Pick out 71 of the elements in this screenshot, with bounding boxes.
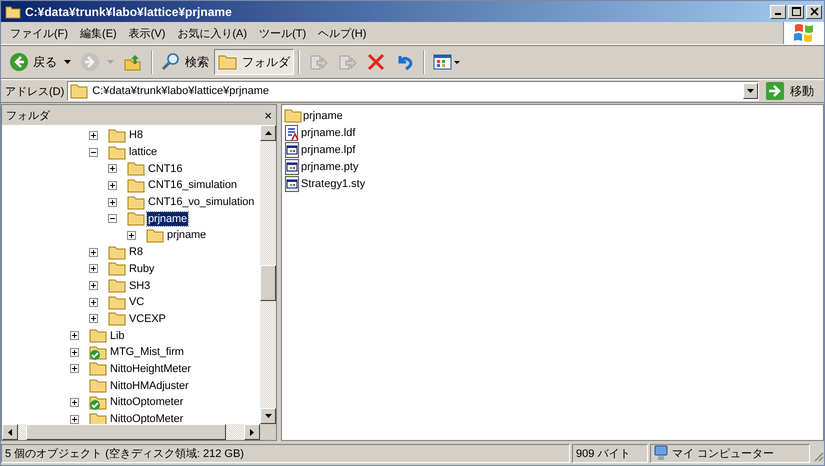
dropdown-button[interactable] [743, 83, 758, 99]
scrollbar-corner [260, 424, 276, 440]
menu-item[interactable]: ファイル(F) [5, 26, 74, 40]
computer-icon [654, 445, 668, 461]
folder-tree-item[interactable]: Ruby [128, 262, 156, 276]
scroll-right-button[interactable] [244, 424, 260, 440]
go-button[interactable]: 移動 [762, 81, 822, 101]
address-field[interactable]: C:¥data¥trunk¥labo¥lattice¥prjname [67, 81, 759, 101]
folder-tree-item[interactable]: prjname [147, 212, 188, 226]
scroll-down-button[interactable] [260, 408, 276, 424]
back-button[interactable]: 戻る [5, 49, 75, 75]
menu-item[interactable]: 表示(V) [124, 26, 170, 40]
caret-icon [264, 414, 272, 418]
folder-tree-item[interactable]: prjname [166, 228, 208, 242]
folder-icon [70, 83, 88, 99]
menu-item[interactable]: お気に入り(A) [172, 26, 252, 40]
folder-tree-item[interactable]: NittoOptoMeter [109, 412, 184, 424]
scroll-left-button[interactable] [2, 424, 18, 440]
scroll-up-button[interactable] [260, 125, 276, 141]
address-label: アドレス(D) [5, 84, 64, 98]
caret-icon [107, 60, 114, 64]
status-location: マイ コンピューター [672, 446, 774, 460]
caret-icon [747, 89, 754, 93]
minimize-button[interactable] [770, 4, 786, 18]
caret-icon [8, 428, 12, 436]
up-folder-icon [123, 52, 143, 72]
file-name[interactable]: Strategy1.sty [301, 178, 366, 190]
caret-icon [250, 428, 254, 436]
delete-icon [366, 52, 386, 72]
window-title: C:¥data¥trunk¥labo¥lattice¥prjname [25, 4, 233, 18]
menu-item[interactable]: ツール(T) [254, 26, 312, 40]
folders-button[interactable]: フォルダ [214, 49, 294, 75]
close-button[interactable] [806, 4, 822, 18]
menu-item[interactable]: ヘルプ(H) [313, 26, 372, 40]
folder-tree-item[interactable]: CNT16_vo_simulation [147, 195, 256, 210]
file-name[interactable]: prjname.ldf [301, 126, 356, 138]
scroll-thumb[interactable] [260, 265, 276, 301]
maximize-icon [792, 7, 800, 16]
caret-icon [64, 60, 71, 64]
caret-icon [264, 131, 272, 135]
folder-tree-item[interactable]: NittoHeightMeter [109, 362, 192, 376]
folder-tree-item[interactable]: NittoOptometer [109, 395, 184, 410]
pane-title: フォルダ [6, 108, 50, 122]
folder-tree-item[interactable]: VC [128, 295, 146, 310]
status-objects: 5 個のオブジェクト (空きディスク領域: 212 GB) [1, 444, 570, 462]
close-icon [810, 7, 818, 16]
folder-tree-item[interactable]: CNT16 [147, 162, 184, 176]
status-size: 909 バイト [572, 444, 648, 462]
scroll-thumb[interactable] [26, 424, 226, 440]
file-name[interactable]: prjname [303, 110, 343, 122]
folder-icon [5, 4, 21, 18]
arrow-icon [766, 82, 784, 100]
folder-tree-item[interactable]: lattice [128, 145, 158, 160]
menu-item[interactable]: 編集(E) [75, 26, 122, 40]
folder-tree-item[interactable]: CNT16_simulation [147, 178, 238, 192]
folder-tree-item[interactable]: H8 [128, 128, 144, 142]
maximize-button[interactable] [788, 4, 804, 18]
folder-tree-item[interactable]: MTG_Mist_firm [109, 345, 185, 360]
folder-tree-item[interactable]: NittoHMAdjuster [109, 378, 190, 393]
folder-tree-item[interactable]: R8 [128, 245, 144, 260]
resize-grip[interactable] [812, 450, 824, 462]
file-name[interactable]: prjname.lpf [301, 144, 356, 156]
file-name[interactable]: prjname.pty [301, 160, 358, 172]
search-icon [161, 52, 181, 72]
folder-tree-item[interactable]: VCEXP [128, 312, 167, 326]
folder-tree-item[interactable]: Lib [109, 328, 126, 343]
views-icon [433, 53, 461, 71]
search-button[interactable]: 検索 [157, 49, 213, 75]
folder-icon [218, 53, 238, 71]
close-button[interactable]: × [264, 108, 272, 122]
folder-tree-item[interactable]: SH3 [128, 278, 152, 293]
